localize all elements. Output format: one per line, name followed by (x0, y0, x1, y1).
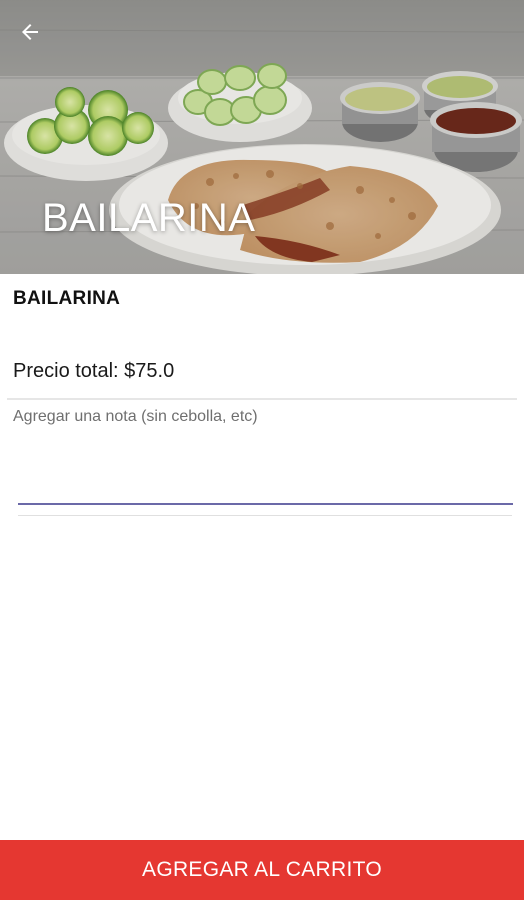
product-hero-image: BAILARINA (0, 0, 524, 274)
back-button[interactable] (18, 20, 54, 54)
divider (7, 398, 517, 400)
product-detail-screen: BAILARINA BAILARINA Precio total: $75.0 … (0, 0, 524, 900)
product-name: BAILARINA (13, 288, 121, 309)
add-to-cart-button[interactable]: AGREGAR AL CARRITO (0, 840, 524, 900)
divider (18, 515, 512, 516)
arrow-left-icon (22, 24, 38, 40)
note-field (7, 402, 517, 510)
note-input[interactable] (13, 408, 511, 504)
note-input-underline (18, 503, 513, 505)
hero-product-title: BAILARINA (42, 196, 256, 240)
total-price: Precio total: $75.0 (13, 360, 175, 382)
